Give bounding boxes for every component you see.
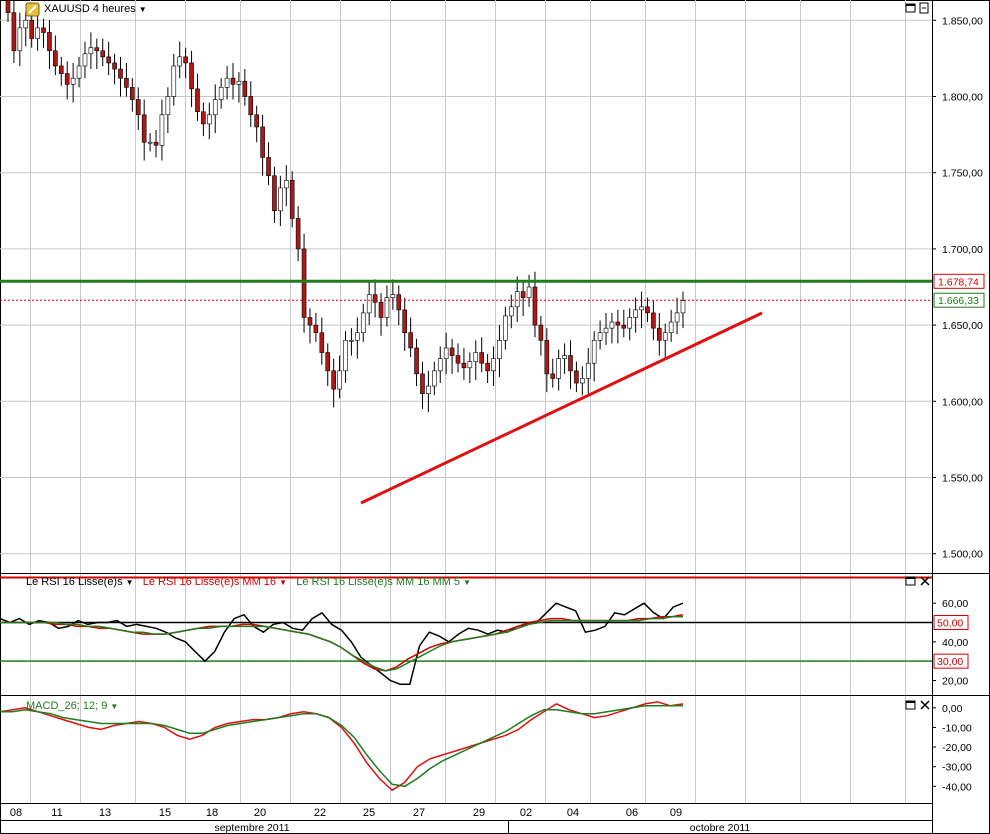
rsi-legend: Le RSI 16 Lisse(e)s ▼ Le RSI 16 Lisse(e)… — [26, 576, 471, 588]
chevron-down-icon: ▼ — [125, 578, 134, 587]
chart-frame: 1.850,00 1.800,00 1.750,00 1.700,00 1.650,00… — [0, 0, 990, 834]
price-tick-label: 1.850,00 — [942, 15, 983, 27]
chevron-down-icon[interactable]: ▼ — [139, 5, 147, 14]
price-tick-label: 1.600,00 — [942, 396, 983, 408]
resistance-label-box: 1.678,74 — [933, 273, 985, 289]
day-label: 09 — [670, 807, 682, 819]
macd-maximize-icon[interactable] — [905, 700, 916, 710]
day-label: 15 — [159, 807, 171, 819]
day-label: 11 — [51, 807, 62, 819]
rsi-30-label: 30,00 — [937, 656, 963, 668]
rsi-tick-label: 40,00 — [942, 637, 968, 649]
day-label: 29 — [473, 807, 485, 819]
macd-tick-label: -20,00 — [942, 742, 972, 754]
macd-legend[interactable]: MACD_26; 12; 9 ▼ — [26, 700, 118, 712]
rsi-50-label: 50,00 — [937, 618, 963, 630]
symbol-name: XAUUSD 4 heures — [44, 3, 136, 15]
price-tick-label: 1.650,00 — [942, 320, 983, 332]
rsi-legend-item[interactable]: Le RSI 16 Lisse(e)s MM 16 ▼ — [143, 576, 287, 588]
main-maximize-icon[interactable] — [905, 3, 916, 13]
macd-tick-label: -30,00 — [942, 762, 972, 774]
month-label: octobre 2011 — [690, 822, 751, 834]
chevron-down-icon: ▼ — [279, 578, 288, 587]
resistance-label: 1.678,74 — [938, 276, 979, 288]
symbol-title[interactable]: XAUUSD 4 heures ▼ — [44, 3, 147, 15]
day-label: 20 — [254, 807, 266, 819]
rsi-legend-item[interactable]: Le RSI 16 Lisse(e)s MM 16 MM 5 ▼ — [296, 576, 471, 588]
macd-tick-label: -10,00 — [942, 722, 972, 734]
macd-tick-label: -40,00 — [942, 781, 972, 793]
rsi-maximize-icon[interactable] — [905, 576, 916, 586]
main-pin-icon[interactable] — [919, 2, 929, 14]
day-label: 04 — [567, 807, 579, 819]
last-price-label-box: 1.666,33 — [933, 292, 985, 308]
day-label: 02 — [520, 807, 532, 819]
day-label: 06 — [626, 807, 638, 819]
rsi-legend-item[interactable]: Le RSI 16 Lisse(e)s ▼ — [26, 576, 134, 588]
price-tick-label: 1.700,00 — [942, 244, 983, 256]
price-tick-label: 1.800,00 — [942, 91, 983, 103]
macd-legend-label: MACD_26; 12; 9 — [26, 700, 108, 712]
day-label: 18 — [206, 807, 218, 819]
rsi-tick-label: 60,00 — [942, 598, 968, 610]
day-label: 08 — [10, 807, 22, 819]
month-label: septembre 2011 — [214, 822, 289, 834]
day-label: 22 — [314, 807, 326, 819]
last-price-label: 1.666,33 — [938, 295, 979, 307]
price-tick-label: 1.750,00 — [942, 168, 983, 180]
rsi-tick-label: 20,00 — [942, 675, 968, 687]
rsi-50-label-box: 50,00 — [933, 615, 969, 631]
day-label: 13 — [99, 807, 111, 819]
day-label: 25 — [363, 807, 375, 819]
price-tick-label: 1.500,00 — [942, 549, 983, 561]
day-label: 27 — [413, 807, 425, 819]
price-tick-label: 1.550,00 — [942, 473, 983, 485]
rsi-30-label-box: 30,00 — [933, 653, 969, 669]
chevron-down-icon: ▼ — [463, 578, 472, 587]
macd-tick-label: 0,00 — [942, 703, 963, 715]
chevron-down-icon[interactable]: ▼ — [110, 702, 118, 711]
pencil-icon[interactable] — [25, 2, 40, 17]
